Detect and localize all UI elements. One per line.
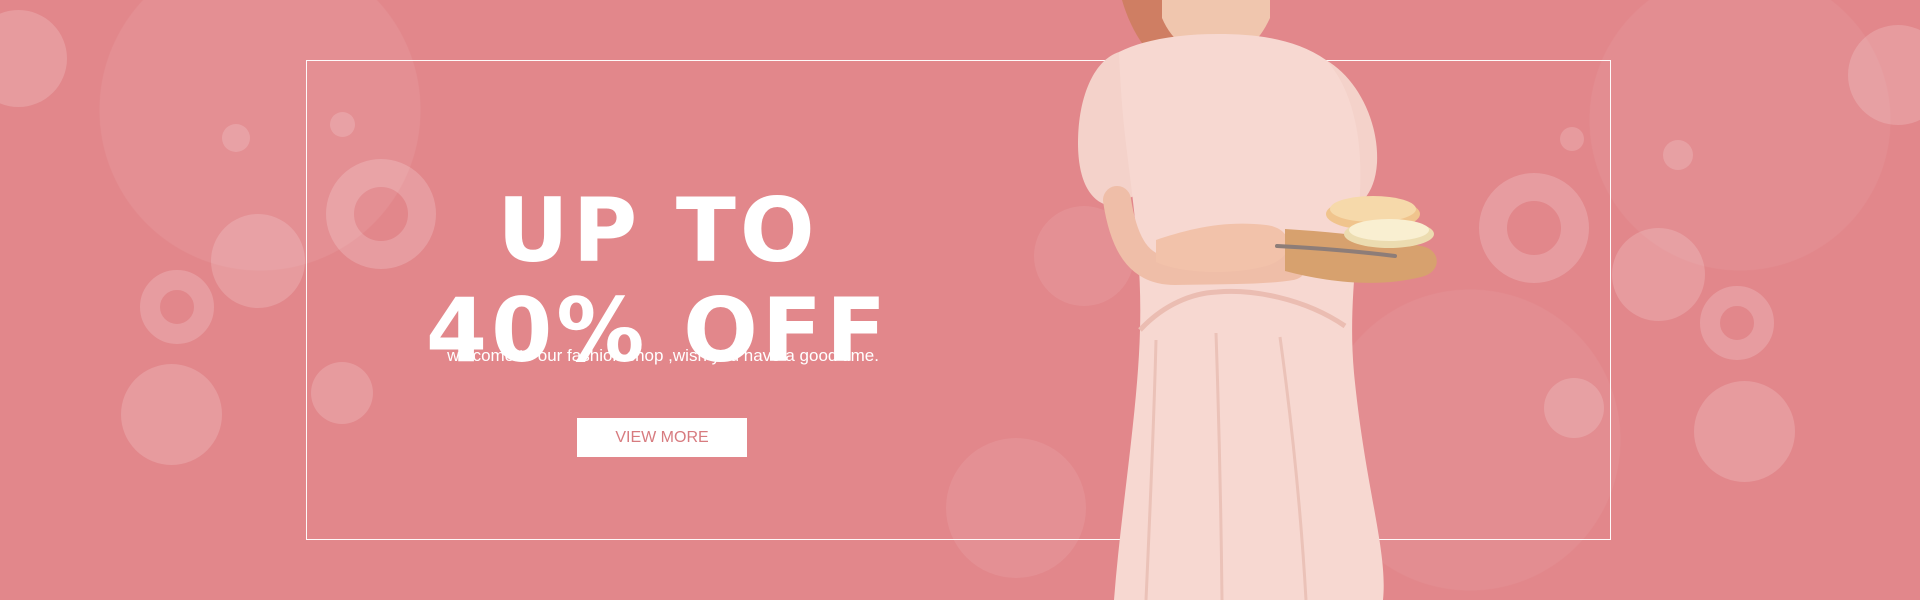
decor-ring (1479, 173, 1589, 283)
welcome-tagline: welcome to our fashion shop ,wish you ha… (447, 346, 879, 365)
promo-banner: UP TO 40% OFF welcome to our fashion sho… (0, 0, 1920, 600)
decor-circle (1612, 228, 1705, 321)
headline-line-1: UP TO (497, 178, 819, 282)
decor-circle (211, 214, 305, 308)
decor-circle (121, 364, 222, 465)
decor-circle (330, 112, 355, 137)
model-illustration (1078, 0, 1437, 600)
decor-ring (140, 270, 214, 344)
model-image (1030, 0, 1480, 600)
decor-circle (1560, 127, 1584, 151)
decor-circle (1848, 25, 1920, 125)
decor-circle (311, 362, 373, 424)
decor-circle (0, 10, 67, 107)
view-more-button[interactable]: VIEW MORE (577, 418, 747, 457)
decor-circle (222, 124, 250, 152)
decor-circle (1663, 140, 1693, 170)
decor-circle (1544, 378, 1604, 438)
decor-circle (1694, 381, 1795, 482)
decor-ring (1700, 286, 1774, 360)
